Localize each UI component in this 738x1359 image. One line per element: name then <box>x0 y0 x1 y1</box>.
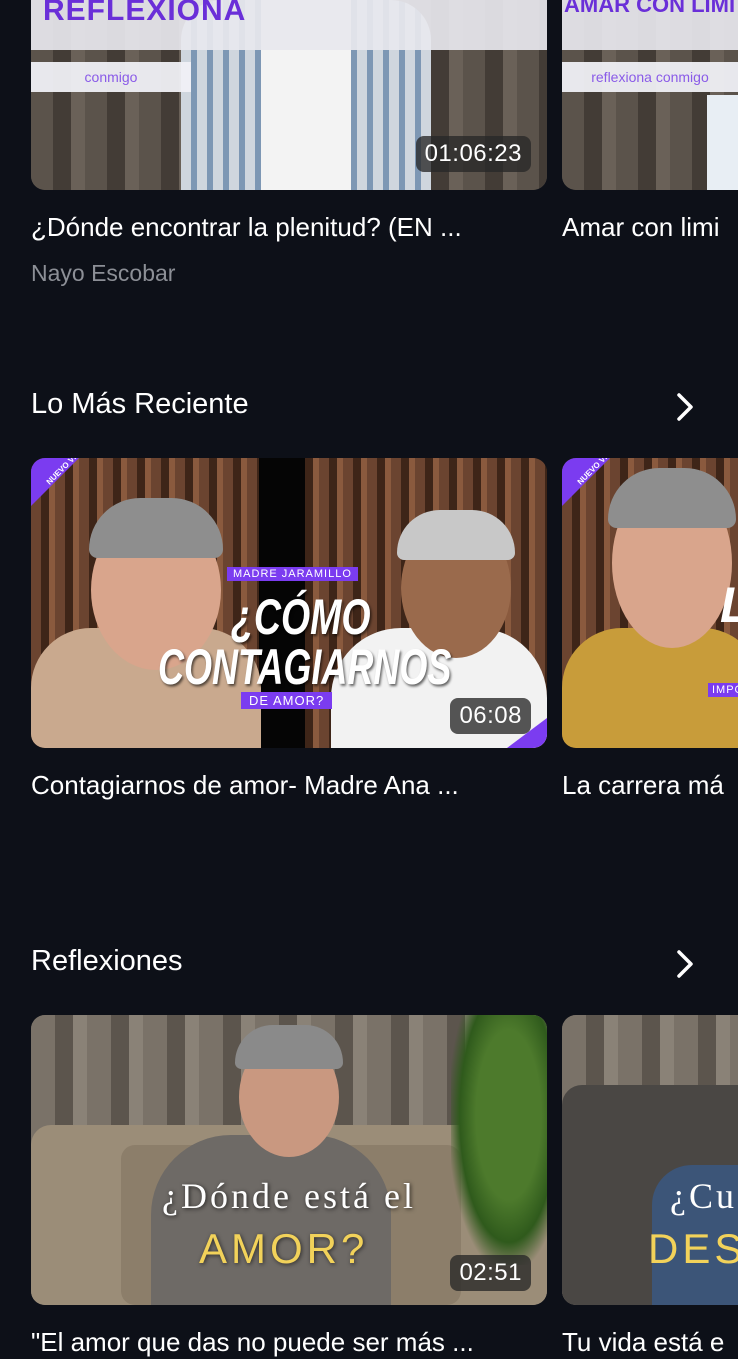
video-thumbnail[interactable]: REFLEXIONA conmigo 01:06:23 <box>31 0 547 190</box>
overlay-subheadline: DE AMOR? <box>241 692 333 709</box>
video-title[interactable]: ¿Dónde encontrar la plenitud? (EN ... <box>31 212 547 243</box>
overlay-subheadline: AMOR? <box>199 1225 369 1272</box>
thumbnail-banner-subtitle: conmigo <box>31 62 191 92</box>
section-header[interactable]: Lo Más Reciente <box>0 385 738 429</box>
new-video-badge: NUEVO VIDEO <box>562 458 621 506</box>
section-header[interactable]: Reflexiones <box>0 942 738 986</box>
video-card[interactable]: ¿Cu DES Tu vida está e <box>562 1015 738 1359</box>
video-duration: 06:08 <box>450 698 531 734</box>
section-title: Reflexiones <box>31 945 183 977</box>
video-card[interactable]: AMAR CON LIMITES reflexiona conmigo Amar… <box>562 0 738 300</box>
video-thumbnail[interactable]: ¿Cu DES <box>562 1015 738 1305</box>
person-figure <box>151 1135 391 1305</box>
overlay-subheadline: DES <box>648 1225 738 1272</box>
thumbnail-banner-title: AMAR CON LIMITES <box>564 0 738 17</box>
plant <box>451 1015 547 1265</box>
video-card[interactable]: NUEVO VIDEO MADRE JARAMILLO ¿CÓMO CONTAG… <box>31 458 547 808</box>
video-card[interactable]: REFLEXIONA conmigo 01:06:23 ¿Dónde encon… <box>31 0 547 300</box>
video-title[interactable]: La carrera má <box>562 770 738 801</box>
video-card[interactable]: NUEVO VIDEO L IMPO La carrera má <box>562 458 738 808</box>
video-duration: 02:51 <box>450 1255 531 1291</box>
overlay-tag: MADRE JARAMILLO <box>227 567 358 581</box>
overlay-headline: ¿Cu <box>670 1176 737 1216</box>
video-thumbnail[interactable]: AMAR CON LIMITES reflexiona conmigo <box>562 0 738 190</box>
video-thumbnail[interactable]: ¿Dónde está el AMOR? 02:51 <box>31 1015 547 1305</box>
chevron-right-icon[interactable] <box>674 949 696 979</box>
video-title[interactable]: Contagiarnos de amor- Madre Ana ... <box>31 770 547 801</box>
video-channel[interactable]: Nayo Escobar <box>31 260 175 287</box>
new-video-badge: NUEVO VIDEO <box>31 458 90 506</box>
overlay-headline: CONTAGIARNOS <box>158 639 452 695</box>
overlay-headline: ¿Dónde está el <box>162 1176 416 1216</box>
chevron-right-icon[interactable] <box>674 392 696 422</box>
section-title: Lo Más Reciente <box>31 388 249 420</box>
overlay-headline: L <box>720 576 738 634</box>
thumbnail-banner-title: REFLEXIONA <box>43 0 247 27</box>
video-duration: 01:06:23 <box>415 136 531 172</box>
video-title[interactable]: "El amor que das no puede ser más ... <box>31 1327 547 1359</box>
video-thumbnail[interactable]: NUEVO VIDEO MADRE JARAMILLO ¿CÓMO CONTAG… <box>31 458 547 748</box>
video-title[interactable]: Tu vida está e <box>562 1327 738 1359</box>
overlay-tag: IMPO <box>708 683 738 697</box>
thumbnail-banner-subtitle: reflexiona conmigo <box>562 62 738 92</box>
video-thumbnail[interactable]: NUEVO VIDEO L IMPO <box>562 458 738 748</box>
video-title[interactable]: Amar con limi <box>562 212 738 243</box>
video-card[interactable]: ¿Dónde está el AMOR? 02:51 "El amor que … <box>31 1015 547 1359</box>
